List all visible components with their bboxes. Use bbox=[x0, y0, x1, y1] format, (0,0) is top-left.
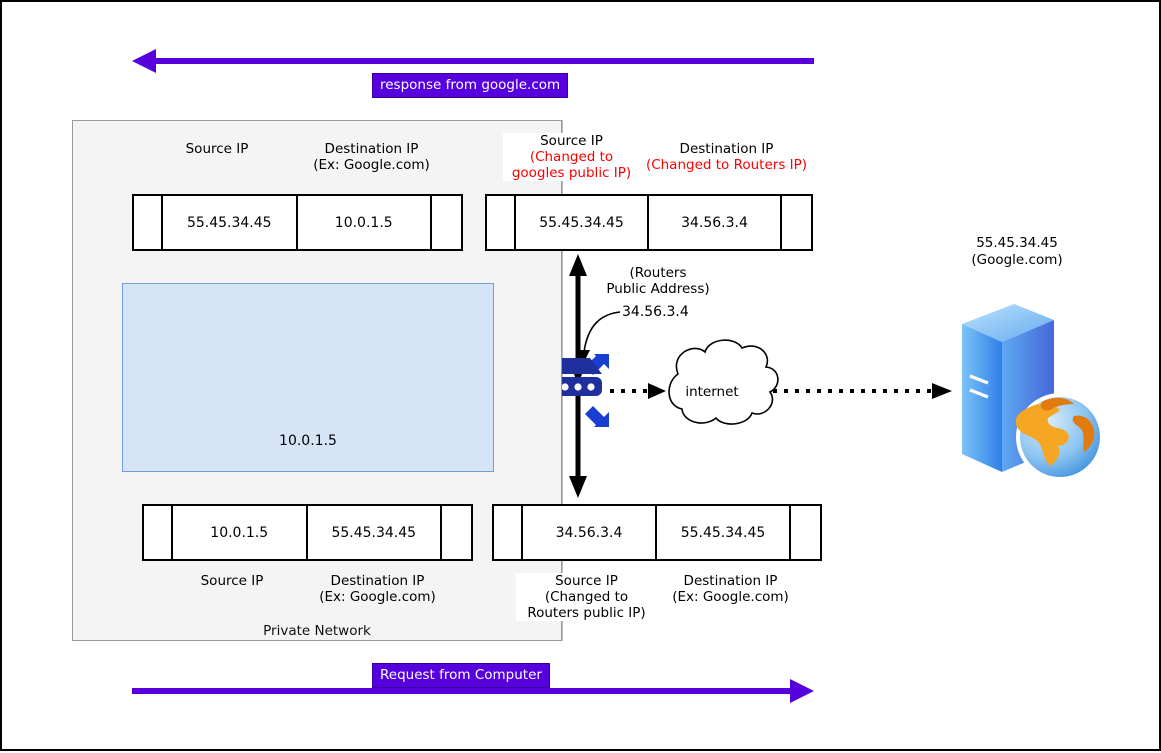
caption-title: Source IP bbox=[555, 573, 618, 589]
server-ip: 55.45.34.45 bbox=[976, 235, 1058, 251]
caption-title: Source IP bbox=[540, 133, 603, 149]
packet-cell-destination: 55.45.34.45 bbox=[657, 506, 791, 559]
caption-bottom-right-destination: Destination IP (Ex: Google.com) bbox=[643, 573, 818, 605]
nat-translation-arrow bbox=[569, 254, 587, 498]
caption-note: (Ex: Google.com) bbox=[319, 589, 436, 605]
caption-bottom-right-source: Source IP (Changed to Routers public IP) bbox=[516, 573, 657, 621]
packet-cell-leading bbox=[144, 506, 173, 559]
diagram-canvas: Private Network 10.0.1.5 internet 55.45.… bbox=[0, 0, 1161, 751]
computer-ip-label: 10.0.1.5 bbox=[279, 433, 337, 449]
packet-cell-source: 55.45.34.45 bbox=[516, 196, 649, 249]
request-flow-label: Request from Computer bbox=[372, 663, 550, 688]
caption-note: (Changed to Routers public IP) bbox=[527, 589, 646, 621]
packet-table-top-left: 55.45.34.45 10.0.1.5 bbox=[132, 194, 463, 251]
packet-cell-leading bbox=[487, 196, 516, 249]
caption-note: (Ex: Google.com) bbox=[672, 589, 789, 605]
caption-top-right-source: Source IP (Changed to googles public IP) bbox=[503, 133, 640, 181]
caption-top-left-destination: Destination IP (Ex: Google.com) bbox=[284, 141, 459, 173]
caption-title: Destination IP bbox=[324, 141, 419, 157]
response-flow-arrow bbox=[132, 49, 814, 73]
caption-bottom-left-source: Source IP bbox=[164, 573, 300, 589]
packet-cell-leading bbox=[494, 506, 523, 559]
packet-table-bottom-right: 34.56.3.4 55.45.34.45 bbox=[492, 504, 822, 561]
packet-table-bottom-left: 10.0.1.5 55.45.34.45 bbox=[142, 504, 473, 561]
router-public-ip-label: 34.56.3.4 bbox=[622, 304, 689, 320]
packet-cell-trailing bbox=[791, 506, 820, 559]
packet-cell-trailing bbox=[782, 196, 811, 249]
packet-cell-source: 10.0.1.5 bbox=[173, 506, 308, 559]
caption-title: Destination IP bbox=[679, 141, 774, 157]
server-globe-icon bbox=[962, 304, 1104, 481]
caption-top-left-source: Source IP bbox=[152, 141, 282, 157]
wan-data-path-2 bbox=[762, 383, 952, 399]
packet-cell-trailing bbox=[442, 506, 471, 559]
packet-table-top-right: 55.45.34.45 34.56.3.4 bbox=[485, 194, 813, 251]
packet-cell-destination: 55.45.34.45 bbox=[308, 506, 442, 559]
caption-title: Destination IP bbox=[330, 573, 425, 589]
router-public-address-note: (Routers Public Address) bbox=[594, 265, 722, 297]
private-network-label: Private Network bbox=[263, 623, 371, 639]
wan-data-path-1 bbox=[610, 383, 666, 399]
caption-top-right-destination: Destination IP (Changed to Routers IP) bbox=[639, 141, 814, 173]
internet-label: internet bbox=[685, 384, 739, 400]
server-label: 55.45.34.45 (Google.com) bbox=[942, 235, 1092, 269]
caption-note: (Changed to Routers IP) bbox=[645, 157, 808, 173]
caption-note: (Changed to googles public IP) bbox=[511, 149, 632, 181]
packet-cell-source: 55.45.34.45 bbox=[163, 196, 298, 249]
server-host: (Google.com) bbox=[971, 252, 1063, 268]
caption-title: Source IP bbox=[200, 573, 264, 589]
cloud-icon bbox=[668, 339, 779, 425]
packet-cell-leading bbox=[134, 196, 163, 249]
caption-bottom-left-destination: Destination IP (Ex: Google.com) bbox=[290, 573, 465, 605]
caption-note: (Ex: Google.com) bbox=[313, 157, 430, 173]
caption-title: Source IP bbox=[185, 141, 249, 157]
packet-cell-source: 34.56.3.4 bbox=[523, 506, 657, 559]
packet-cell-destination: 10.0.1.5 bbox=[298, 196, 432, 249]
response-flow-label: response from google.com bbox=[372, 73, 569, 98]
router-note-line-1: (Routers bbox=[629, 265, 687, 281]
packet-cell-trailing bbox=[432, 196, 461, 249]
packet-cell-destination: 34.56.3.4 bbox=[649, 196, 782, 249]
router-note-line-2: Public Address) bbox=[606, 281, 710, 297]
caption-title: Destination IP bbox=[683, 573, 778, 589]
